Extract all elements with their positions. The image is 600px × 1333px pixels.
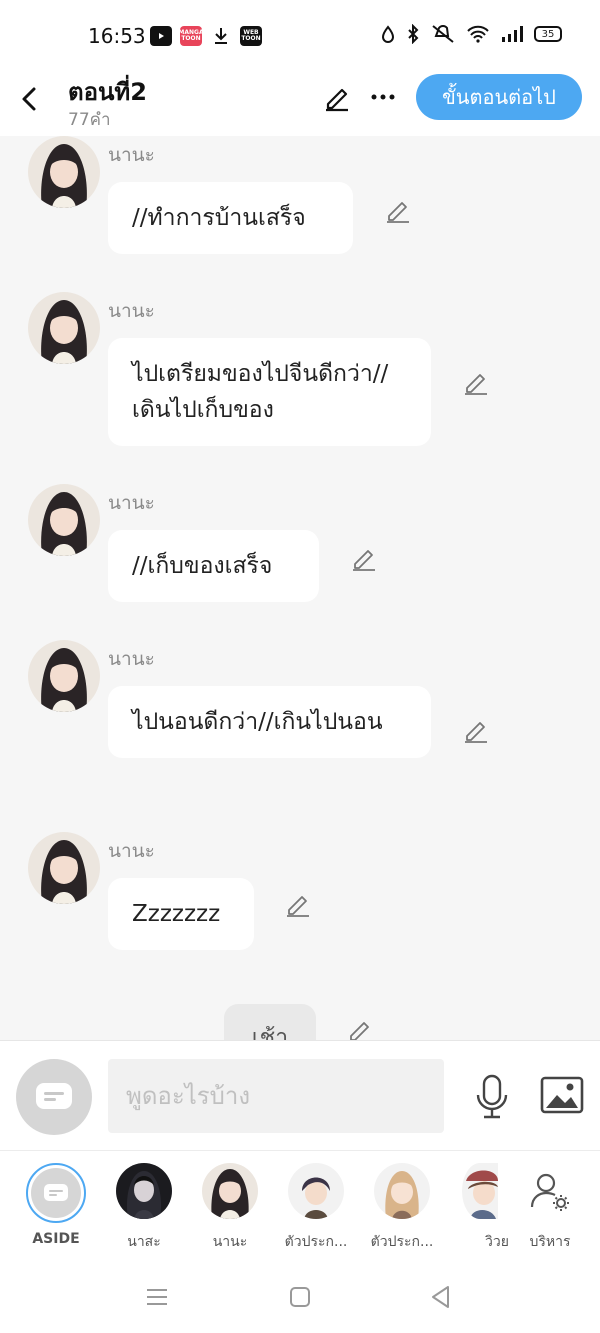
signal-icon: [502, 26, 523, 42]
aside-toggle-button[interactable]: [16, 1059, 92, 1135]
aside-chat-icon: [36, 1083, 72, 1109]
character-label: นานะ: [212, 1234, 248, 1250]
character-avatar: [288, 1163, 344, 1219]
webtoon-icon: WEB TOON: [240, 26, 262, 46]
home-icon[interactable]: [285, 1282, 315, 1312]
system-nav-bar: [0, 1260, 600, 1333]
microphone-icon: [476, 1074, 508, 1119]
character-avatar: [26, 1163, 86, 1223]
top-bar: ตอนที่2 77คำ ขั้นตอนต่อไป: [0, 70, 600, 136]
narration-bubble[interactable]: เช้า: [224, 1004, 316, 1040]
edit-message-icon[interactable]: [462, 368, 490, 396]
edit-message-icon[interactable]: [462, 716, 490, 744]
avatar[interactable]: [28, 640, 100, 712]
avatar[interactable]: [28, 832, 100, 904]
status-app-icons: MANGA TOON WEB TOON: [150, 26, 262, 46]
character-label: ตัวประก...: [370, 1234, 434, 1250]
status-bar: 16:53 MANGA TOON WEB TOON 35: [0, 0, 600, 70]
character-label: ASIDE: [32, 1231, 80, 1247]
character-avatar: [462, 1163, 498, 1219]
battery-icon: 35: [534, 26, 562, 42]
aside-chat-icon: [44, 1184, 68, 1201]
message-bubble[interactable]: ไปเตรียมของไปจีนดีกว่า//เดินไปเก็บของ: [108, 338, 431, 446]
message-bubble[interactable]: Zzzzzzz: [108, 878, 254, 950]
character-item[interactable]: นานะ: [190, 1163, 270, 1253]
word-count: 77คำ: [68, 110, 111, 130]
manage-characters-icon: [522, 1163, 578, 1219]
composer-bar: [0, 1040, 600, 1150]
message-bubble[interactable]: //เก็บของเสร็จ: [108, 530, 319, 602]
edit-message-icon[interactable]: [284, 890, 312, 918]
back-nav-icon[interactable]: [426, 1282, 456, 1312]
avatar[interactable]: [28, 292, 100, 364]
avatar[interactable]: [28, 484, 100, 556]
back-button[interactable]: [14, 84, 44, 114]
sender-name: นานะ: [108, 144, 155, 166]
image-button[interactable]: [540, 1075, 584, 1115]
voice-button[interactable]: [472, 1073, 512, 1121]
character-label: ตัวประก...: [284, 1234, 348, 1250]
edit-message-icon[interactable]: [384, 196, 412, 224]
image-icon: [540, 1076, 584, 1114]
character-aside[interactable]: ASIDE: [16, 1163, 96, 1247]
data-saver-icon: [381, 25, 395, 43]
avatar[interactable]: [28, 136, 100, 208]
back-arrow-icon: [22, 87, 36, 111]
mute-icon: [432, 25, 454, 43]
next-step-button[interactable]: ขั้นตอนต่อไป: [416, 74, 582, 120]
character-item[interactable]: นาสะ: [104, 1163, 184, 1253]
edit-title-button[interactable]: [322, 82, 352, 112]
manage-characters-button[interactable]: บริหาร: [510, 1163, 590, 1253]
character-item[interactable]: ตัวประก...: [362, 1163, 442, 1253]
message-bubble[interactable]: ไปนอนดีกว่า//เกินไปนอน: [108, 686, 431, 758]
character-selector: ASIDE นาสะ นานะ ตัวประก... ตัวประก... วิ…: [0, 1150, 600, 1260]
chat-area[interactable]: นานะ //ทำการบ้านเสร็จ นานะ ไปเตรียมของไป…: [0, 136, 600, 1040]
character-avatar: [116, 1163, 172, 1219]
character-label: บริหาร: [529, 1234, 571, 1250]
more-options-button[interactable]: [368, 82, 398, 112]
message-bubble[interactable]: //ทำการบ้านเสร็จ: [108, 182, 353, 254]
download-icon: [210, 26, 232, 46]
character-label: นาสะ: [127, 1234, 161, 1250]
status-right-icons: 35: [380, 24, 562, 44]
character-item[interactable]: ตัวประก...: [276, 1163, 356, 1253]
wifi-icon: [467, 25, 489, 43]
youtube-icon: [150, 26, 172, 46]
sender-name: นานะ: [108, 648, 155, 670]
edit-message-icon[interactable]: [346, 1016, 374, 1040]
edit-message-icon[interactable]: [350, 544, 378, 572]
character-avatar: [202, 1163, 258, 1219]
status-time: 16:53: [88, 24, 146, 48]
menu-icon[interactable]: [142, 1282, 172, 1312]
sender-name: นานะ: [108, 300, 155, 322]
bluetooth-icon: [408, 24, 419, 44]
mangatoon-icon: MANGA TOON: [178, 26, 204, 46]
sender-name: นานะ: [108, 840, 155, 862]
character-avatar: [374, 1163, 430, 1219]
more-dots-icon: [371, 94, 395, 100]
sender-name: นานะ: [108, 492, 155, 514]
pencil-icon: [326, 88, 348, 112]
message-input[interactable]: [108, 1059, 444, 1133]
